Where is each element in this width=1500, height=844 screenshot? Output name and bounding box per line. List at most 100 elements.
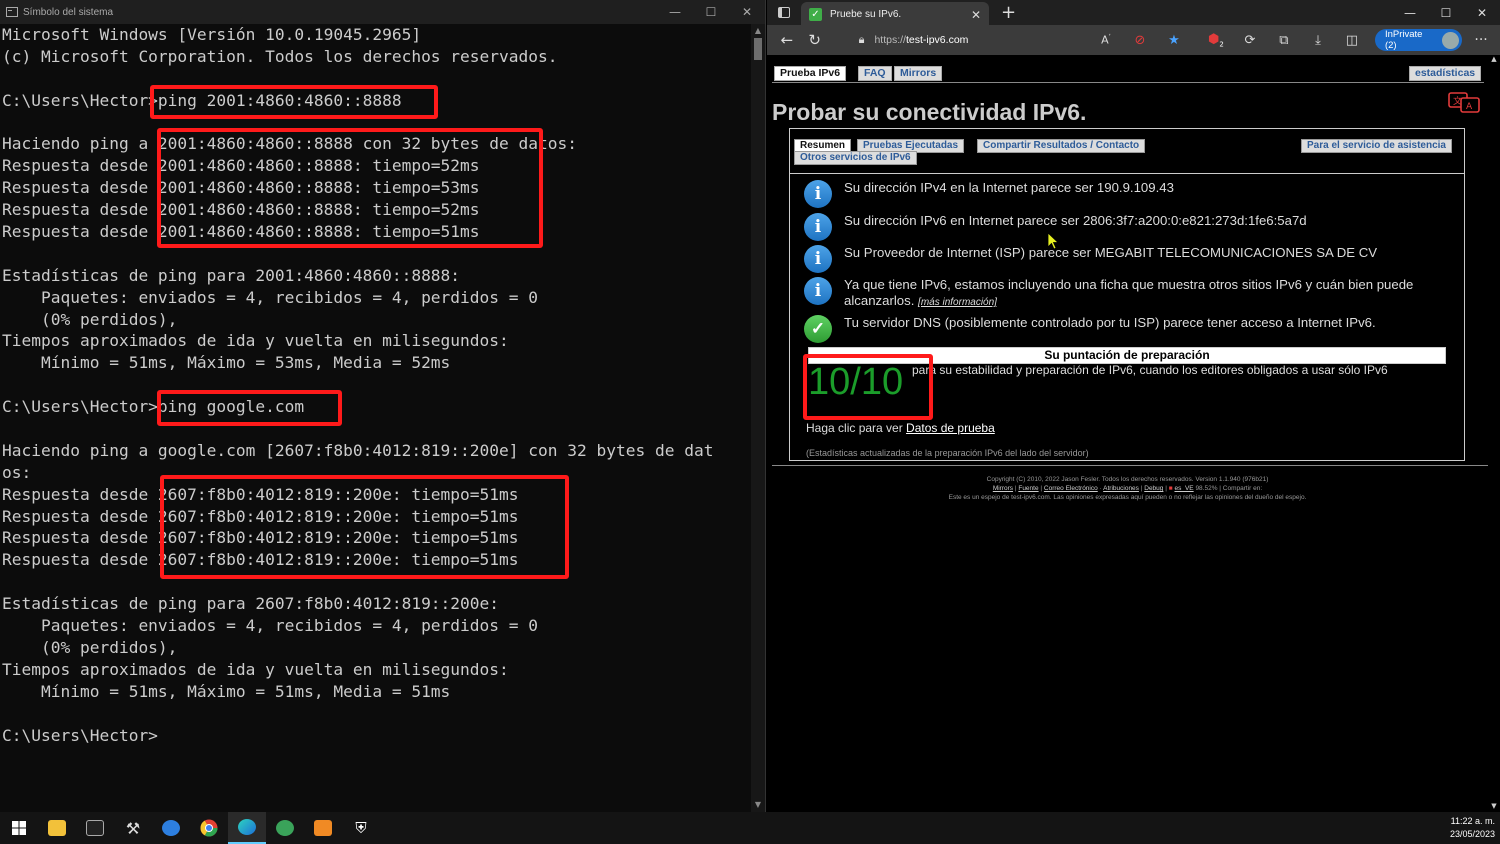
chrome-icon [200, 819, 218, 837]
tray-clock[interactable]: 11:22 a. m. 23/05/2023 [1450, 815, 1495, 841]
tray-time: 11:22 a. m. [1450, 816, 1495, 826]
tab-test-ipv6[interactable]: ✓ Pruebe su IPv6. ✕ [801, 2, 989, 27]
lock-icon[interactable]: 🔒︎ [859, 34, 865, 47]
page-title: Probar su conectividad IPv6. [772, 99, 1087, 125]
highlight-box [150, 85, 438, 119]
back-arrow-icon[interactable]: ← [773, 27, 801, 53]
checkmark-icon: ✓ [804, 315, 832, 343]
scroll-thumb[interactable] [754, 38, 762, 60]
new-tab-icon[interactable]: + [1001, 2, 1016, 23]
more-info-link[interactable]: [más información] [918, 297, 997, 308]
info-icon: i [804, 213, 832, 241]
cmd-titlebar[interactable]: Símbolo del sistema — ☐ ✕ [0, 0, 765, 24]
taskbar-app-orange[interactable] [304, 812, 342, 844]
info-icon: i [804, 245, 832, 273]
close-button[interactable]: ✕ [729, 5, 765, 19]
stats-note: (Estadísticas actualizadas de la prepara… [806, 448, 1089, 458]
footer-pct: 98.52% [1195, 485, 1218, 492]
cmd-line: (c) Microsoft Corporation. Todos los der… [2, 46, 558, 66]
scroll-up-icon[interactable]: ▲ [751, 24, 765, 38]
scroll-down-icon[interactable]: ▼ [1488, 802, 1500, 810]
footer-mirror-note: Este es un espejo de test-ipv6.com. Las … [948, 494, 1307, 501]
more-options-icon[interactable]: ··· [1468, 32, 1494, 48]
divider [790, 173, 1464, 174]
cmd-line: Mínimo = 51ms, Máximo = 51ms, Media = 51… [2, 681, 451, 701]
tab-close-icon[interactable]: ✕ [971, 8, 981, 22]
footer-link-correo[interactable]: Correo Electrónico [1044, 485, 1098, 492]
favorite-star-icon[interactable]: ★ [1157, 33, 1191, 48]
test-data-line: Haga clic para ver Datos de prueba [806, 421, 995, 435]
footer-link-debug[interactable]: Debug [1144, 485, 1163, 492]
info-ipv6-text: Su dirección IPv6 en Internet parece ser… [844, 213, 1307, 228]
checkmark-favicon-icon: ✓ [809, 8, 822, 21]
taskbar-security[interactable]: ⛨ [342, 812, 380, 844]
cmd-window[interactable]: Símbolo del sistema — ☐ ✕ Microsoft Wind… [0, 0, 766, 812]
scroll-down-icon[interactable]: ▼ [751, 798, 765, 812]
info-icon: i [804, 277, 832, 305]
tracking-prevention-icon[interactable]: ⊘ [1123, 33, 1157, 48]
test-data-link[interactable]: Datos de prueba [906, 421, 995, 435]
taskbar-tool[interactable]: ⚒ [114, 812, 152, 844]
maximize-button[interactable]: ☐ [693, 5, 729, 19]
cmd-line: Paquetes: enviados = 4, recibidos = 4, p… [2, 287, 539, 307]
taskbar-app-green[interactable] [266, 812, 304, 844]
nav-tab-stats[interactable]: estadísticas [1409, 66, 1482, 81]
taskbar-file-explorer[interactable] [38, 812, 76, 844]
tab-bar: ✓ Pruebe su IPv6. ✕ + — ☐ ✕ [767, 0, 1500, 27]
edge-icon [238, 819, 256, 835]
download-icon[interactable]: ⤓ [1301, 33, 1335, 48]
info-row-isp: i Su Proveedor de Internet (ISP) parece … [804, 245, 1454, 273]
scroll-up-icon[interactable]: ▲ [1488, 55, 1500, 63]
close-button[interactable]: ✕ [1464, 6, 1500, 20]
nav-tab-mirrors[interactable]: Mirrors [894, 66, 943, 81]
cmd-scrollbar[interactable]: ▲ ▼ [751, 24, 765, 812]
start-button[interactable] [0, 812, 38, 844]
page-footer: Copyright (C) 2010, 2022 Jason Fesler. T… [767, 475, 1488, 502]
info-row-ipv4: i Su dirección IPv4 en la Internet parec… [804, 180, 1454, 208]
footer-link-fuente[interactable]: Fuente [1018, 485, 1038, 492]
avatar [1442, 31, 1460, 49]
inprivate-button[interactable]: InPrivate (2) [1374, 29, 1463, 51]
refresh-icon[interactable]: ↻ [801, 27, 829, 53]
url-host: test-ipv6.com [905, 34, 969, 46]
info-row-has-ipv6: i Ya que tiene IPv6, estamos incluyendo … [804, 277, 1454, 311]
taskbar-app-blue[interactable] [152, 812, 190, 844]
translate-icon[interactable]: 文 A [1448, 92, 1482, 114]
tab-actions-button[interactable] [767, 7, 801, 18]
results-panel: Resumen Pruebas Ejecutadas Compartir Res… [789, 128, 1465, 461]
page-scrollbar[interactable]: ▲ ▼ [1488, 55, 1500, 812]
address-bar[interactable]: 🔒︎ https://test-ipv6.com [849, 29, 1087, 52]
folder-icon [48, 820, 66, 836]
minimize-button[interactable]: — [1392, 6, 1428, 20]
url-protocol: https:// [874, 34, 906, 46]
tab-compartir[interactable]: Compartir Resultados / Contacto [977, 139, 1146, 153]
tab-actions-icon [778, 7, 790, 18]
taskbar-edge[interactable] [228, 812, 266, 844]
read-aloud-icon[interactable]: Aʼ [1089, 33, 1123, 47]
collections-icon[interactable]: ⧉ [1267, 33, 1301, 48]
extension-badge-icon[interactable]: ⬢2 [1199, 32, 1233, 49]
taskbar-cmd[interactable] [76, 812, 114, 844]
split-screen-icon[interactable]: ◫ [1335, 33, 1369, 48]
web-page: Prueba IPv6 FAQ Mirrors estadísticas Pro… [767, 55, 1488, 812]
taskbar-chrome[interactable] [190, 812, 228, 844]
terminal-icon [86, 820, 104, 836]
footer-link-mirrors[interactable]: Mirrors [993, 485, 1013, 492]
minimize-button[interactable]: — [657, 5, 693, 19]
footer-link-region[interactable]: es_VE [1174, 485, 1193, 492]
cmd-title: Símbolo del sistema [23, 6, 114, 18]
maximize-button[interactable]: ☐ [1428, 6, 1464, 20]
browser-window[interactable]: ✓ Pruebe su IPv6. ✕ + — ☐ ✕ ← ↻ 🔒︎ https… [767, 0, 1500, 812]
tab-asistencia[interactable]: Para el servicio de asistencia [1301, 139, 1452, 153]
nav-tab-faq[interactable]: FAQ [858, 66, 892, 81]
info-isp-text: Su Proveedor de Internet (ISP) parece se… [844, 245, 1378, 260]
shield-icon: ⛨ [355, 819, 367, 837]
tab-otros-servicios[interactable]: Otros servicios de IPv6 [794, 151, 917, 165]
app-orange-icon [314, 820, 332, 836]
extensions-puzzle-icon[interactable]: ⟳ [1233, 33, 1267, 48]
footer-copyright: Copyright (C) 2010, 2022 Jason Fesler. T… [986, 476, 1269, 483]
cmd-app-icon [6, 7, 18, 17]
nav-tab-prueba[interactable]: Prueba IPv6 [774, 66, 847, 81]
footer-link-atribuciones[interactable]: Atribuciones [1103, 485, 1139, 492]
app-blue-icon [162, 820, 180, 836]
